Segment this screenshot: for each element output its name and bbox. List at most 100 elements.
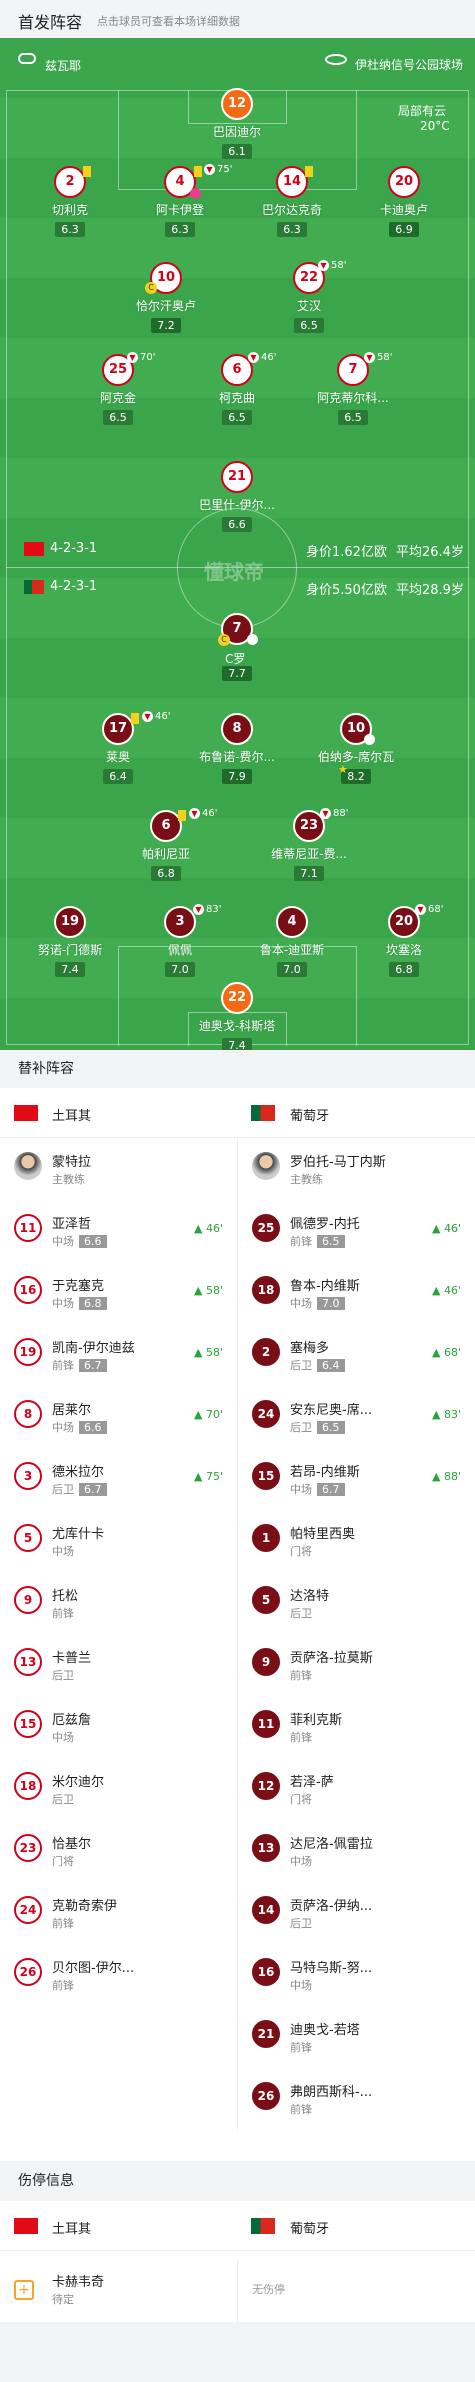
portugal-sub-item[interactable]: 21 迪奥戈-若塔 前锋 <box>238 2006 475 2068</box>
player-tr-20[interactable]: 20 卡迪奥卢 6.9 <box>344 166 464 237</box>
player-tr-25[interactable]: 25 阿克金 6.5 <box>58 354 178 425</box>
jersey-number: 5 <box>14 1524 42 1552</box>
jersey-number: 2 <box>252 1338 280 1366</box>
player-position: 前锋 <box>52 1979 74 1992</box>
portugal-sub-item[interactable]: 5 达洛特 后卫 <box>238 1572 475 1634</box>
portugal-flag-icon <box>251 2218 275 2234</box>
player-tr-10[interactable]: 10 恰尔汗奥卢 7.2 <box>106 262 226 333</box>
injury-team-row: 土耳其 葡萄牙 <box>0 2201 475 2251</box>
portugal-sub-item[interactable]: 11 菲利克斯 前锋 <box>238 1696 475 1758</box>
turkey-sub-item[interactable]: 26 贝尔图-伊尔... 前锋 <box>0 1944 237 2006</box>
jersey-number: 15 <box>252 1462 280 1490</box>
player-tr-21[interactable]: 21 巴里什-伊尔... 6.6 <box>177 461 297 532</box>
turkey-sub-item[interactable]: 9 托松 前锋 <box>0 1572 237 1634</box>
turkey-sub-item[interactable]: 16 于克塞克 中场 6.8 ▲ 58' <box>0 1262 237 1324</box>
player-pt-7[interactable]: 7 7.7 <box>177 613 297 681</box>
player-name: 德米拉尔 <box>52 1465 105 1480</box>
ball-icon <box>247 634 258 645</box>
player-pt-10[interactable]: 10 伯纳多-席尔瓦 8.2 <box>296 713 416 784</box>
portugal-sub-item[interactable]: 18 鲁本-内维斯 中场 7.0 ▲ 46' <box>238 1262 475 1324</box>
portugal-sub-item[interactable]: 2 塞梅多 后卫 6.4 ▲ 68' <box>238 1324 475 1386</box>
yellow-card-icon <box>83 166 91 177</box>
player-tr-12[interactable]: 12 巴因迪尔 6.1 <box>177 88 297 159</box>
turkey-sub-item[interactable]: 3 德米拉尔 后卫 6.7 ▲ 75' <box>0 1448 237 1510</box>
team-name-right: 葡萄牙 <box>290 1109 330 1124</box>
player-name: 尤库什卡 <box>52 1527 105 1542</box>
player-tr-14[interactable]: 14 巴尔达克奇 6.3 <box>232 166 352 237</box>
sub-out-indicator: ▼ 46' <box>248 352 276 363</box>
portugal-sub-item[interactable]: 1 帕特里西奥 门将 <box>238 1510 475 1572</box>
player-pt-3[interactable]: 3 佩佩 7.0 <box>120 906 240 977</box>
sub-out-indicator: ▼ 88' <box>320 808 348 819</box>
turkey-sub-item[interactable]: 8 居莱尔 中场 6.6 ▲ 70' <box>0 1386 237 1448</box>
player-pt-22[interactable]: 22 迪奥戈-科斯塔 7.4 <box>177 982 297 1050</box>
turkey-sub-item[interactable]: 13 卡普兰 后卫 <box>0 1634 237 1696</box>
portugal-flag-icon <box>251 1105 275 1121</box>
sub-out-indicator: ▼ 58' <box>364 352 392 363</box>
sub-in-minute: ▲ 75' <box>194 1470 223 1483</box>
subs-team-row: 土耳其 葡萄牙 <box>0 1088 475 1138</box>
portugal-sub-item[interactable]: 25 佩德罗-内托 前锋 6.5 ▲ 46' <box>238 1200 475 1262</box>
portugal-sub-item[interactable]: 14 贡萨洛-伊纳... 后卫 <box>238 1882 475 1944</box>
player-tr-22[interactable]: 22 艾汉 6.5 <box>249 262 369 333</box>
player-pt-6[interactable]: 6 帕利尼亚 6.8 <box>106 810 226 881</box>
player-tr-4[interactable]: 4 阿卡伊登 6.3 <box>120 166 240 237</box>
coach-item[interactable]: 罗伯托-马丁内斯 主教练 <box>238 1138 475 1200</box>
stadium-name: 伊杜纳信号公园球场 <box>355 58 464 72</box>
player-tr-7[interactable]: 7 阿克蒂尔科... 6.5 <box>293 354 413 425</box>
player-pt-20[interactable]: 20 坎塞洛 6.8 <box>344 906 464 977</box>
player-name: 贝尔图-伊尔... <box>52 1961 135 1976</box>
coach-name: 蒙特拉 <box>52 1155 92 1170</box>
portugal-sub-item[interactable]: 9 贡萨洛-拉莫斯 前锋 <box>238 1634 475 1696</box>
portugal-sub-item[interactable]: 26 弗朗西斯科-... 前锋 <box>238 2068 475 2130</box>
player-pt-8[interactable]: 8 布鲁诺-费尔... 7.9 <box>177 713 297 784</box>
jersey-number: 11 <box>14 1214 42 1242</box>
turkey-sub-item[interactable]: 24 克勒奇索伊 前锋 <box>0 1882 237 1944</box>
player-tr-6[interactable]: 6 柯克曲 6.5 <box>177 354 297 425</box>
referee-name: 兹瓦耶 <box>45 59 82 73</box>
coach-item[interactable]: 蒙特拉 主教练 <box>0 1138 237 1200</box>
sub-out-indicator: ▼ 58' <box>318 260 346 271</box>
jersey-number: 15 <box>14 1710 42 1738</box>
turkey-sub-item[interactable]: 5 尤库什卡 中场 <box>0 1510 237 1572</box>
portugal-sub-item[interactable]: 15 若昂-内维斯 中场 6.7 ▲ 88' <box>238 1448 475 1510</box>
player-tr-2[interactable]: 2 切利克 6.3 <box>10 166 130 237</box>
player-name: 塞梅多 <box>290 1341 330 1356</box>
portugal-sub-item[interactable]: 13 达尼洛-佩雷拉 中场 <box>238 1820 475 1882</box>
sub-in-arrow-icon: ▲ <box>194 1470 206 1483</box>
player-pt-4[interactable]: 4 鲁本-迪亚斯 7.0 <box>232 906 352 977</box>
player-pt-23[interactable]: 23 维蒂尼亚-费... 7.1 <box>249 810 369 881</box>
player-pt-17[interactable]: 17 莱奥 6.4 <box>58 713 178 784</box>
coach-role: 主教练 <box>52 1173 85 1186</box>
sub-arrow-icon: ▼ <box>364 352 375 363</box>
injured-player[interactable]: + 卡赫韦奇 待定 <box>0 2258 237 2320</box>
player-pt-19[interactable]: 19 努诺-门德斯 7.4 <box>10 906 130 977</box>
turkey-sub-item[interactable]: 23 恰基尔 门将 <box>0 1820 237 1882</box>
player-position: 中场 6.6 <box>52 1419 107 1435</box>
turkey-sub-item[interactable]: 19 凯南-伊尔迪兹 前锋 6.7 ▲ 58' <box>0 1324 237 1386</box>
coach-avatar <box>252 1152 280 1180</box>
player-name: 亚泽哲 <box>52 1217 92 1232</box>
rating-badge: 6.7 <box>79 1359 107 1372</box>
jersey-number: 21 <box>252 2020 280 2048</box>
player-name: 马特乌斯-努... <box>290 1961 373 1976</box>
portugal-sub-item[interactable]: 24 安东尼奥-席... 后卫 6.5 ▲ 83' <box>238 1386 475 1448</box>
jersey-number: 1 <box>252 1524 280 1552</box>
turkey-sub-item[interactable]: 18 米尔迪尔 后卫 <box>0 1758 237 1820</box>
jersey-number: 26 <box>14 1958 42 1986</box>
sub-in-arrow-icon: ▲ <box>432 1346 444 1359</box>
sub-in-minute: ▲ 88' <box>432 1470 461 1483</box>
sub-in-minute: ▲ 46' <box>432 1284 461 1297</box>
portugal-sub-item[interactable]: 12 若泽-萨 门将 <box>238 1758 475 1820</box>
player-name: 贡萨洛-伊纳... <box>290 1899 373 1914</box>
sub-in-minute: ▲ 70' <box>194 1408 223 1421</box>
team-name-right: 葡萄牙 <box>290 2222 330 2237</box>
player-position: 前锋 <box>52 1607 74 1620</box>
portugal-sub-item[interactable]: 16 马特乌斯-努... 中场 <box>238 1944 475 2006</box>
turkey-sub-item[interactable]: 11 亚泽哲 中场 6.6 ▲ 46' <box>0 1200 237 1262</box>
sub-in-arrow-icon: ▲ <box>194 1408 206 1421</box>
yellow-card-icon <box>194 166 202 177</box>
sub-in-arrow-icon: ▲ <box>432 1222 444 1235</box>
turkey-sub-item[interactable]: 15 厄兹詹 中场 <box>0 1696 237 1758</box>
jersey-number: 24 <box>14 1896 42 1924</box>
